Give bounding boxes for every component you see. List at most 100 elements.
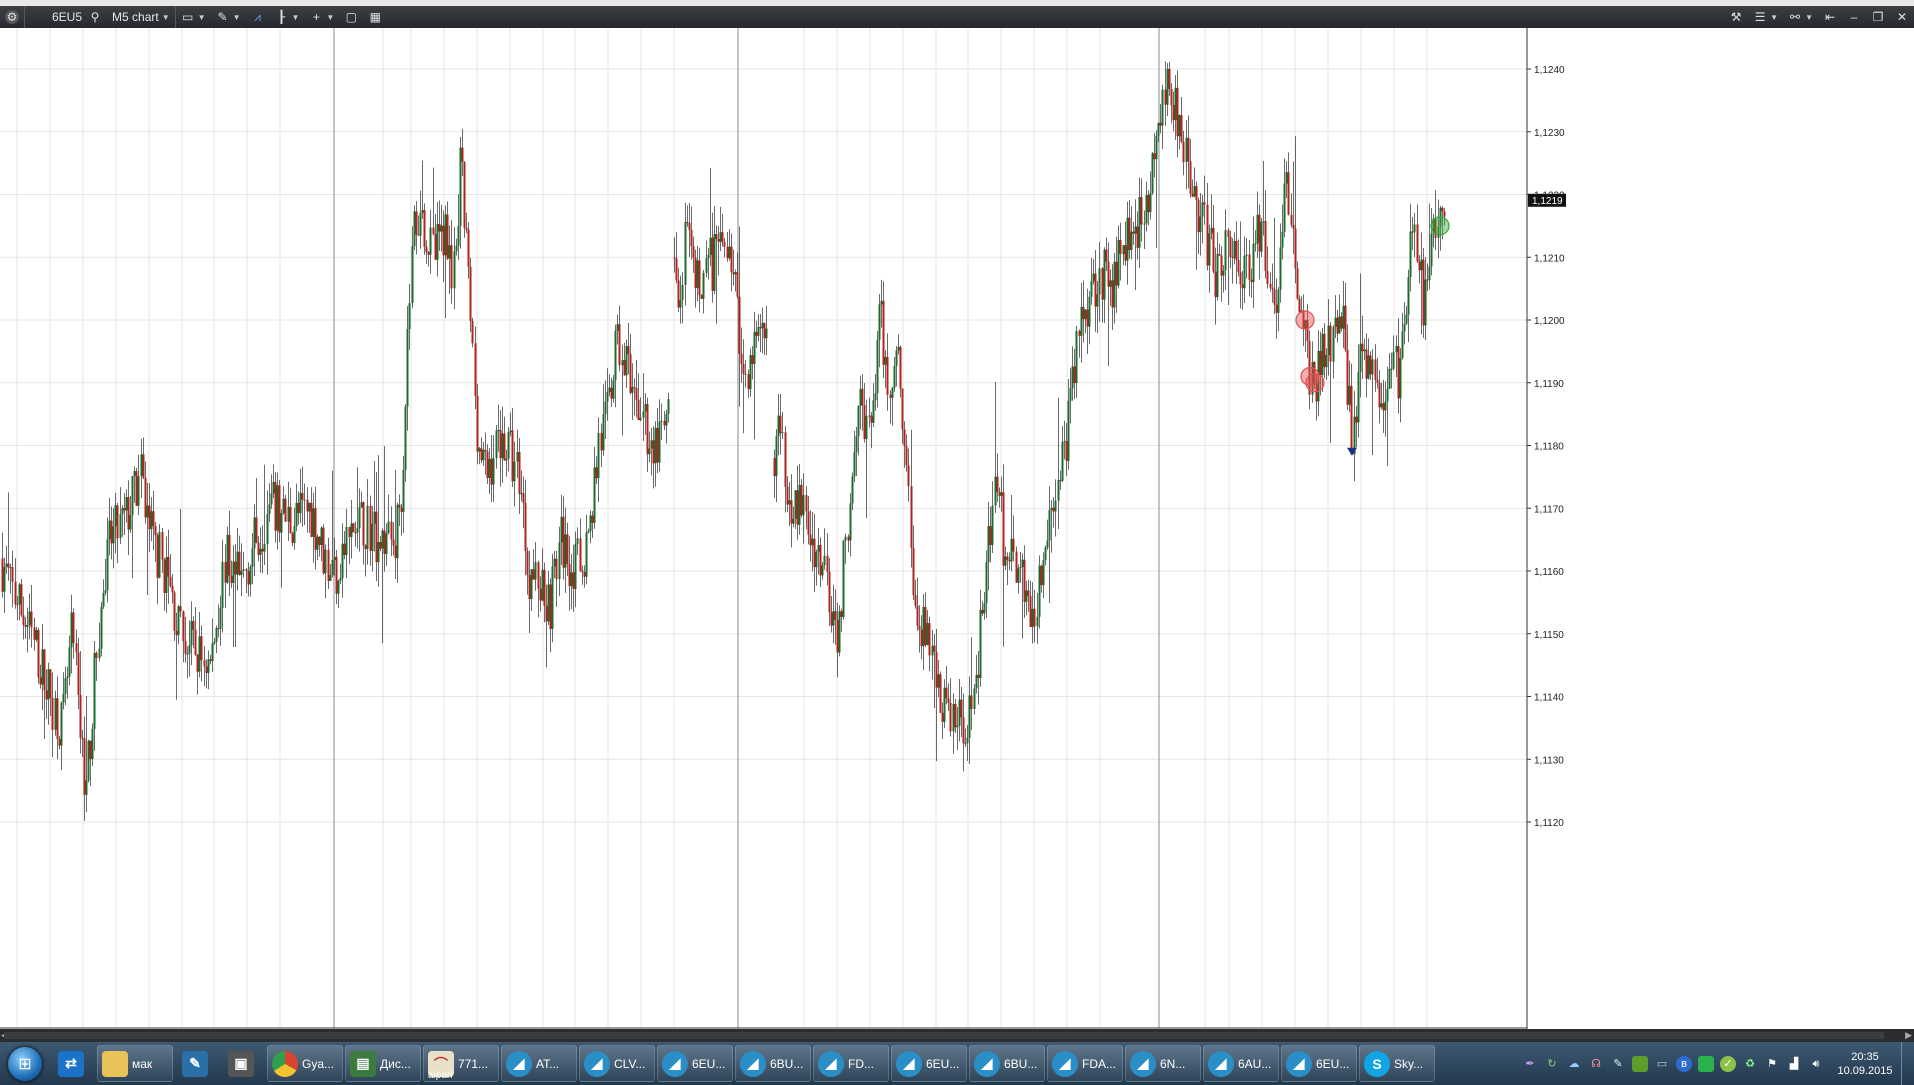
candle-down	[828, 571, 831, 613]
candle-down	[901, 388, 904, 430]
shield-icon[interactable]: ✓	[1720, 1055, 1736, 1072]
candle-down	[907, 465, 910, 487]
candle-down	[960, 699, 963, 718]
candle-down	[33, 627, 36, 640]
candle-down	[1229, 236, 1232, 257]
taskbar-item[interactable]: ◢ 6AU...	[1203, 1045, 1279, 1082]
candle-down	[518, 451, 521, 494]
crosshair-button[interactable]: + ▼	[304, 6, 339, 28]
show-desktop-button[interactable]	[1901, 1042, 1914, 1085]
taskbar-item[interactable]: ◢ 6BU...	[969, 1045, 1045, 1082]
candle-up	[272, 481, 275, 494]
candle-down	[1, 558, 4, 592]
atas-icon: ◢	[1052, 1050, 1078, 1077]
candle-up	[534, 562, 537, 580]
candle-down	[635, 388, 638, 400]
battery-icon[interactable]	[1698, 1055, 1714, 1072]
taskbar-item[interactable]: ◢ AT...	[501, 1045, 577, 1082]
candle-up	[1084, 309, 1087, 320]
list-button[interactable]: ☰ ▼	[1748, 6, 1783, 28]
taskbar-item[interactable]: ◢ 6EU...	[1281, 1045, 1357, 1082]
candle-up	[207, 659, 210, 673]
taskbar-item[interactable]: ▤ Дис...	[345, 1045, 421, 1082]
candle-up	[606, 391, 609, 402]
bar-style-button[interactable]: ┠ ▼	[269, 6, 304, 28]
scroll-right-icon[interactable]: ▶	[1905, 1029, 1912, 1042]
candle-down	[480, 448, 483, 461]
taskbar-item[interactable]: мак	[97, 1045, 173, 1082]
candle-down	[322, 527, 325, 574]
candle-up	[1103, 249, 1106, 300]
candle-down	[532, 569, 535, 580]
headset-icon[interactable]: ☊	[1588, 1056, 1604, 1072]
taskbar-item[interactable]: ◢ 6BU...	[735, 1045, 811, 1082]
tools-button[interactable]: ⚒	[1724, 6, 1748, 28]
system-clock[interactable]: 20:35 10.09.2015	[1833, 1050, 1897, 1078]
taskbar-item[interactable]: ◢ FD...	[813, 1045, 889, 1082]
chart-scrollbar[interactable]: ◀ ▶	[0, 1029, 1914, 1042]
flag-icon[interactable]: ⚑	[1764, 1056, 1780, 1072]
candle-down	[1271, 287, 1274, 290]
bluetooth-icon[interactable]: ʙ	[1676, 1055, 1692, 1072]
candle-up	[1210, 227, 1213, 234]
nvidia-icon[interactable]	[1632, 1055, 1648, 1072]
minimize-button[interactable]: –	[1842, 6, 1866, 28]
taskbar-item[interactable]: ◢ CLV...	[579, 1045, 655, 1082]
pin-button[interactable]: ⇤	[1818, 6, 1842, 28]
taskbar-item[interactable]: ◢ 6EU...	[657, 1045, 733, 1082]
candle-down	[962, 717, 965, 744]
line-chart-button[interactable]: ⩘	[245, 6, 269, 28]
refresh-icon[interactable]: ↻	[1544, 1056, 1560, 1072]
monitor-icon[interactable]: ▭	[1654, 1056, 1670, 1072]
candle-up	[1048, 510, 1051, 541]
start-button[interactable]: ⊞	[0, 1042, 50, 1085]
taskbar-item[interactable]: S Sky...	[1359, 1045, 1435, 1082]
restore-button[interactable]: ❐	[1866, 6, 1890, 28]
taskbar-item[interactable]: ◢ 6N...	[1125, 1045, 1201, 1082]
antivirus-icon[interactable]: ♻	[1742, 1056, 1758, 1072]
search-icon[interactable]: ⚲	[88, 10, 102, 24]
app-logo[interactable]: ⚙	[0, 6, 25, 28]
network-share-icon[interactable]: ☁	[1566, 1056, 1582, 1072]
candle-down	[484, 449, 487, 452]
edit-icon[interactable]: ✎	[1610, 1056, 1626, 1072]
candle-up	[54, 698, 57, 730]
scrollbar-thumb[interactable]	[4, 1032, 1884, 1039]
candle-down	[847, 536, 850, 541]
display-button[interactable]: ▭ ▼	[176, 6, 211, 28]
candle-down	[673, 257, 676, 259]
close-button[interactable]: ✕	[1890, 6, 1914, 28]
taskbar-item[interactable]: ⇄	[51, 1045, 95, 1082]
timeframe-selector[interactable]: M5 chart ▼	[107, 6, 176, 28]
candle-up	[1233, 240, 1236, 259]
candle-up	[18, 584, 21, 605]
network-icon[interactable]: ▟	[1786, 1056, 1802, 1072]
taskbar-items: ⇄ мак ✎ ▣ Gya... ▤ Дис... ⌒ 771... alpari ◢ AT... ◢ C…	[50, 1045, 1436, 1082]
volume-icon[interactable]: 🔊︎	[1808, 1056, 1824, 1072]
candle-down	[196, 654, 199, 672]
taskbar-item[interactable]: ◢ FDA...	[1047, 1045, 1123, 1082]
window-button[interactable]: ▢	[339, 6, 363, 28]
candle-down	[1147, 194, 1150, 213]
candle-down	[1159, 122, 1162, 126]
candle-up	[333, 556, 336, 560]
candle-up	[35, 629, 38, 640]
taskbar-item[interactable]: Gya...	[267, 1045, 343, 1082]
candle-down	[1168, 68, 1171, 89]
candle-up	[520, 493, 523, 495]
candle-up	[28, 611, 31, 625]
link-button[interactable]: ⚯ ▼	[1783, 6, 1818, 28]
taskbar-item[interactable]: ✎	[175, 1045, 219, 1082]
price-chart[interactable]: 1,1120 1,1130 1,1140 1,1150 1,1160 1,1170 1,11…	[0, 28, 1914, 1029]
taskbar-item[interactable]: ⌒ 771... alpari	[423, 1045, 499, 1082]
taskbar-item[interactable]: ▣	[221, 1045, 265, 1082]
symbol-selector[interactable]: 6EU5 ⚲	[25, 6, 107, 28]
drawing-tools-button[interactable]: ✎ ▼	[211, 6, 246, 28]
pen-icon[interactable]: ✒	[1522, 1056, 1538, 1072]
candle-down	[1105, 249, 1108, 262]
candle-down	[1294, 228, 1297, 269]
candle-down	[58, 739, 61, 746]
grid-button[interactable]: ▦	[363, 6, 387, 28]
candle-down	[234, 561, 237, 575]
taskbar-item[interactable]: ◢ 6EU...	[891, 1045, 967, 1082]
